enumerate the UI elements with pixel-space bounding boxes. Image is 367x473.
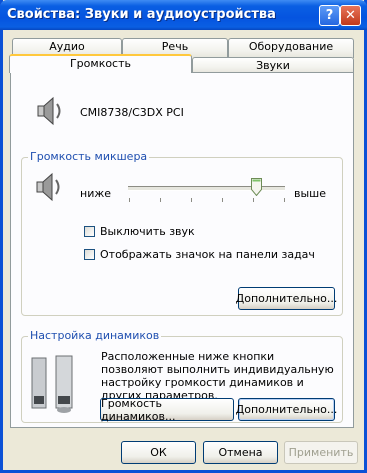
speaker-volume-button[interactable]: Громкость динамиков... xyxy=(100,396,234,423)
speaker-icon xyxy=(36,172,60,202)
window-title: Свойства: Звуки и аудиоустройства xyxy=(7,7,276,22)
group-title: Настройка динамиков xyxy=(28,329,162,342)
group-title: Громкость микшера xyxy=(28,150,150,163)
close-button[interactable]: ✕ xyxy=(340,5,361,26)
mute-checkbox[interactable] xyxy=(84,226,95,237)
mute-label[interactable]: Выключить звук xyxy=(100,225,195,238)
speaker-icon xyxy=(37,96,61,126)
help-button[interactable]: ? xyxy=(319,5,340,26)
slider-tick xyxy=(253,198,254,202)
speakers-icon xyxy=(31,355,73,413)
mixer-advanced-button[interactable]: Дополнительно... xyxy=(235,287,338,310)
slider-tick xyxy=(160,198,161,202)
slider-tick xyxy=(129,198,130,202)
speaker-description: Расположенные ниже кнопки позволяют выпо… xyxy=(101,350,334,402)
slider-tick xyxy=(284,198,285,202)
volume-low-label: ниже xyxy=(80,187,112,200)
button-label: Дополнительно... xyxy=(235,292,338,305)
volume-high-label: выше xyxy=(294,187,327,200)
ok-button[interactable]: ОК xyxy=(121,441,196,464)
volume-slider-thumb[interactable] xyxy=(251,178,263,196)
button-label: ОК xyxy=(150,446,167,459)
button-label: Громкость динамиков... xyxy=(101,396,176,423)
tab-label: Громкость xyxy=(69,57,132,70)
tab-volume[interactable]: Громкость xyxy=(9,54,192,73)
slider-tick xyxy=(222,198,223,202)
speaker-advanced-button[interactable]: Дополнительно... xyxy=(235,398,338,421)
button-label: Дополнительно... xyxy=(235,403,338,416)
tab-label: Оборудование xyxy=(248,40,334,53)
apply-button[interactable]: Применить xyxy=(284,441,358,464)
slider-tick xyxy=(191,198,192,202)
tray-icon-label[interactable]: Отображать значок на панели задач xyxy=(100,248,315,261)
tab-label: Аудио xyxy=(49,40,85,53)
tab-sounds[interactable]: Звуки xyxy=(192,57,354,73)
help-icon: ? xyxy=(325,8,334,23)
tab-hardware[interactable]: Оборудование xyxy=(228,38,354,58)
tab-label: Звуки xyxy=(256,59,290,72)
tab-label: Речь xyxy=(161,40,189,53)
tray-icon-checkbox[interactable] xyxy=(84,249,95,260)
title-bar[interactable]: Свойства: Звуки и аудиоустройства ? ✕ xyxy=(0,0,367,30)
button-label: Отмена xyxy=(218,446,263,459)
button-label: Применить xyxy=(288,446,354,459)
close-icon: ✕ xyxy=(345,8,356,23)
device-name: CMI8738/C3DX PCI xyxy=(80,106,184,119)
cancel-button[interactable]: Отмена xyxy=(203,441,278,464)
